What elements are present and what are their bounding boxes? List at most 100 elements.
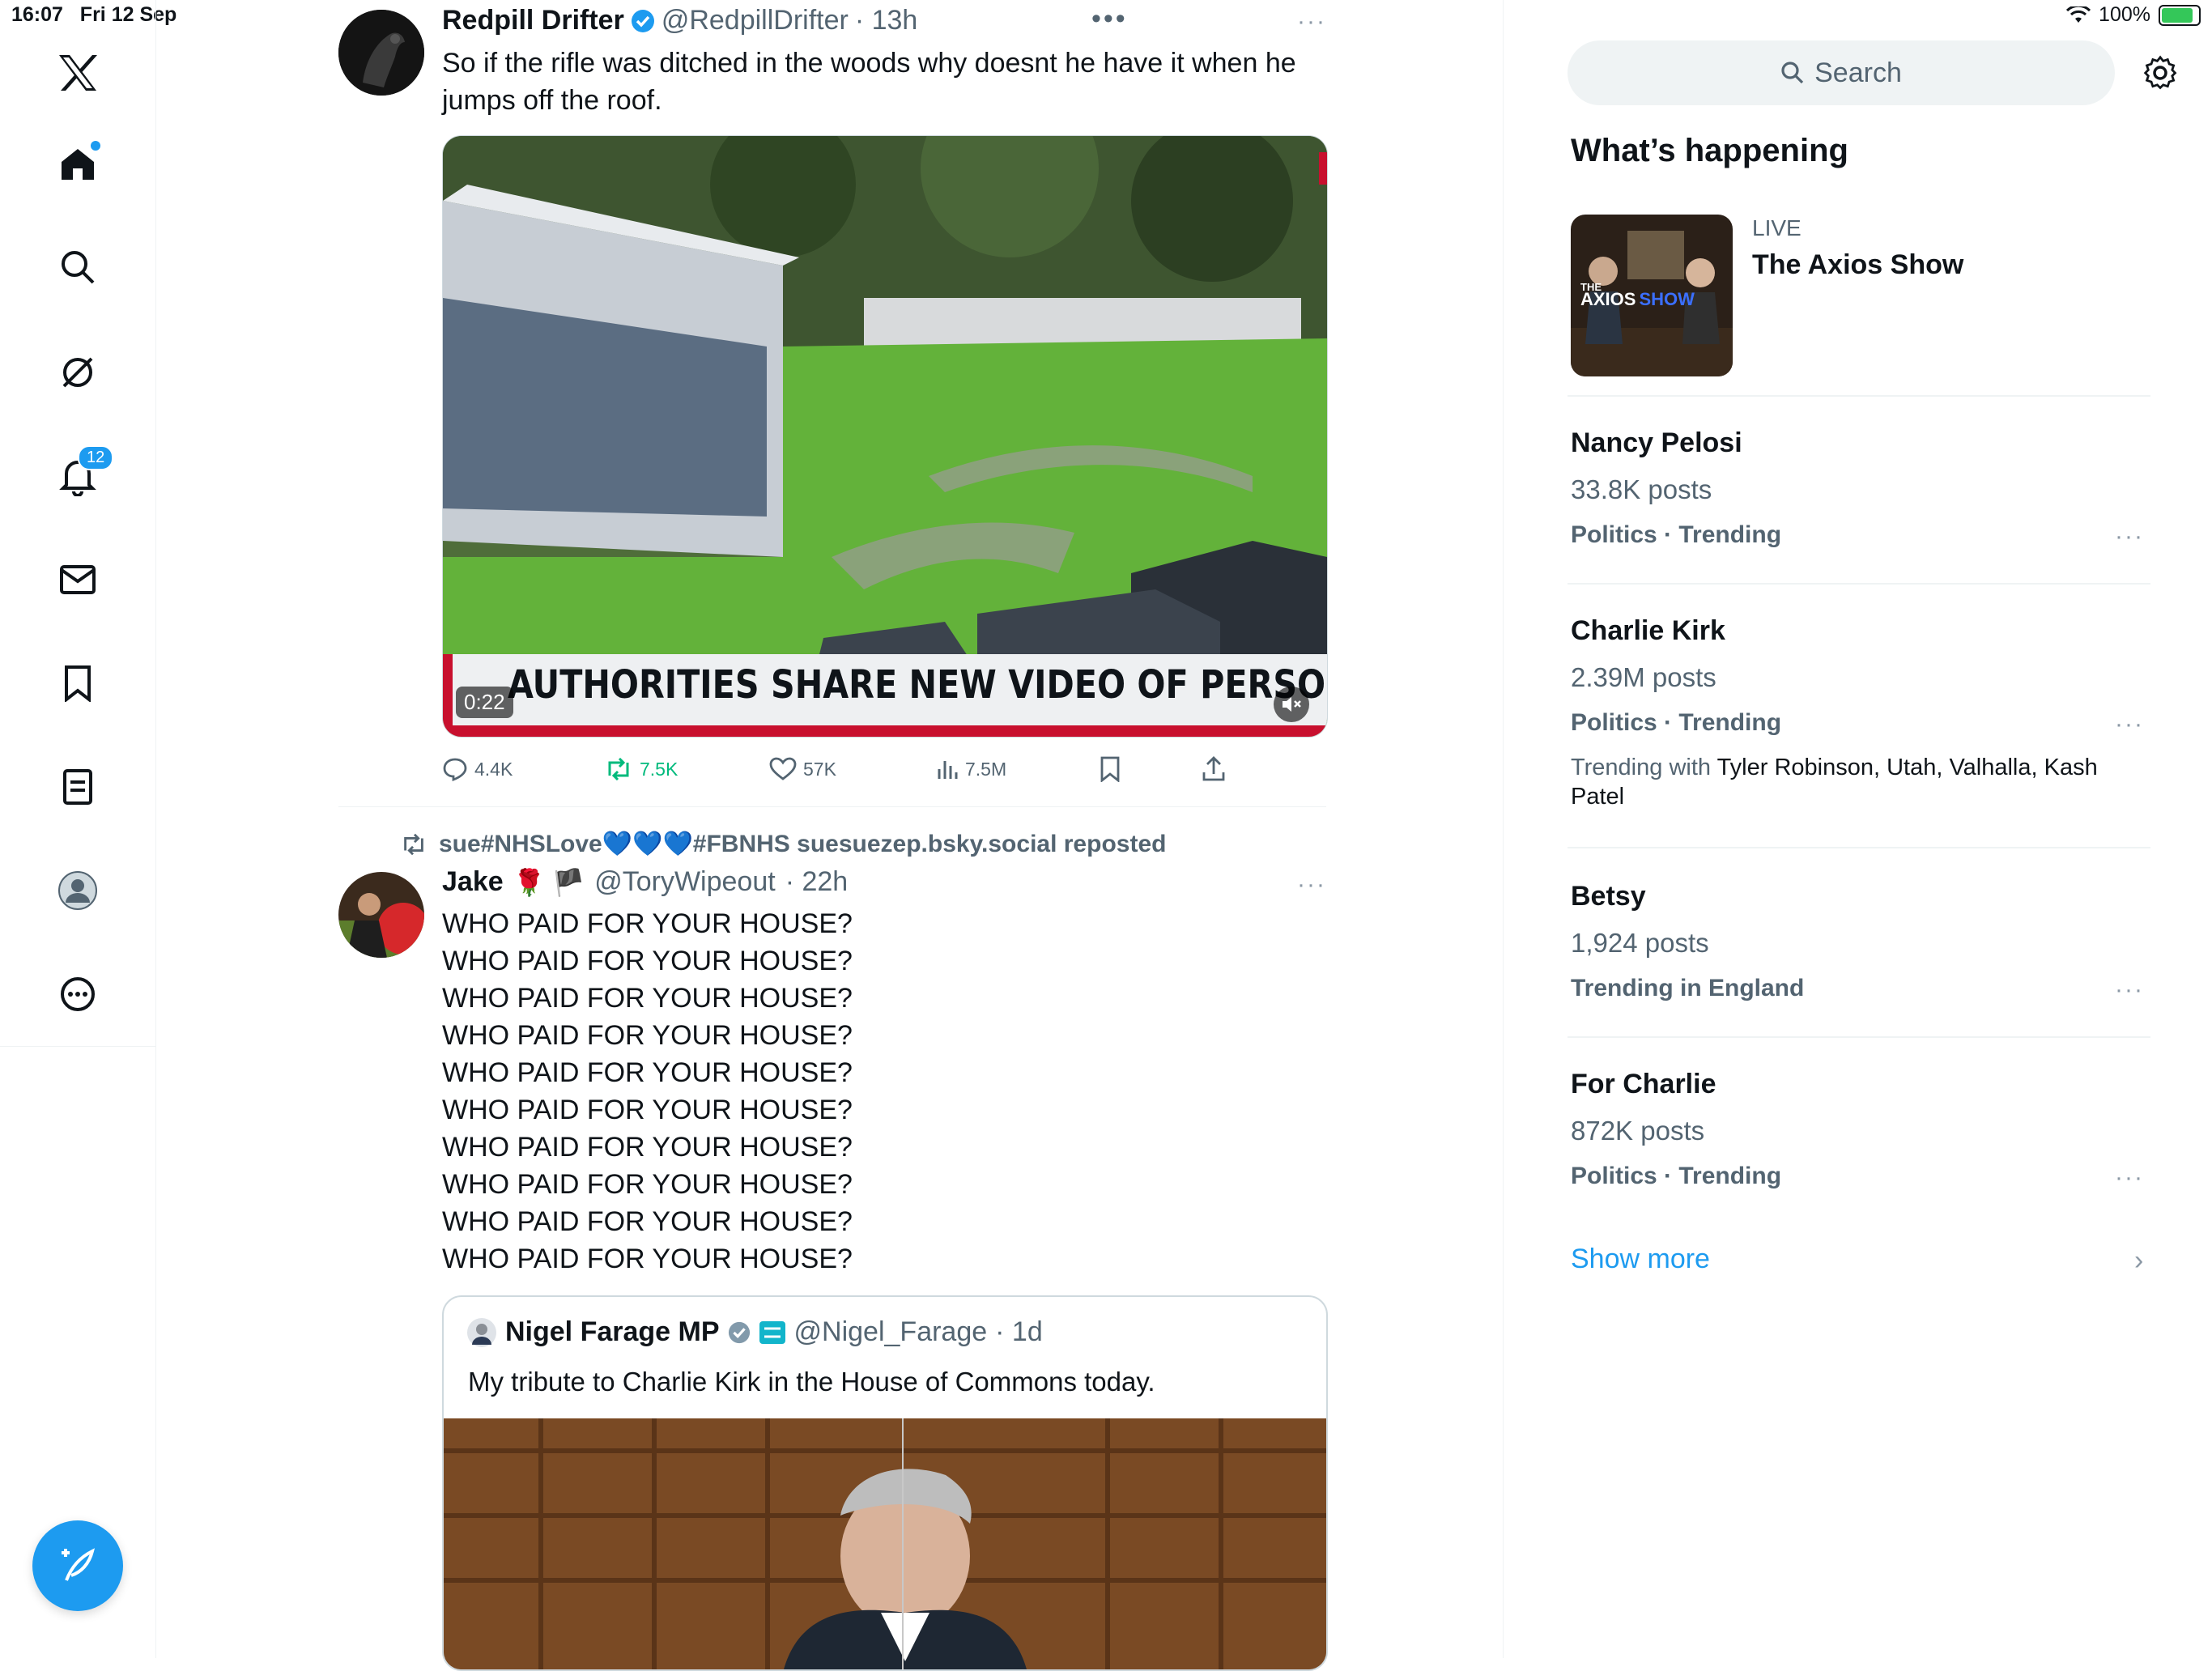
battery-percent: 100% (2099, 3, 2150, 26)
live-thumb-logo-main: AXIOS (1580, 289, 1636, 309)
tweet-more-options-icon[interactable]: ··· (1297, 8, 1326, 36)
bookmark-button[interactable] (1100, 756, 1121, 782)
trend-category: Politics · Trending (1571, 1163, 1782, 1189)
reply-count: 4.4K (474, 758, 513, 780)
notifications-bell-icon[interactable]: 12 (49, 445, 114, 505)
trend-more-options-icon[interactable]: ··· (2115, 976, 2144, 1004)
trending-with-items[interactable]: Tyler Robinson, Utah, Valhalla, Kash (1717, 755, 2098, 780)
reply-button[interactable]: 4.4K (442, 757, 513, 781)
quoted-author-name[interactable]: Nigel Farage MP (505, 1316, 720, 1348)
like-button[interactable]: 57K (769, 757, 836, 781)
tweet-author-avatar[interactable] (338, 872, 424, 958)
tweet-text-line: WHO PAID FOR YOUR HOUSE? (442, 1020, 853, 1051)
trending-with: Trending with Tyler Robinson, Utah, Valh… (1571, 753, 2138, 811)
nav-separator (0, 1046, 155, 1047)
grok-icon[interactable] (49, 343, 107, 402)
live-thumb-logo-accent: SHOW (1639, 289, 1695, 309)
quoted-tweet-card[interactable]: Nigel Farage MP @Nigel_Farage · 1d My tr… (442, 1295, 1328, 1671)
quoted-author-avatar[interactable] (466, 1317, 497, 1348)
trend-category: Politics · Trending (1571, 521, 1782, 548)
video-caption-text: AUTHORITIES SHARE NEW VIDEO OF PERSON OF… (508, 662, 1327, 708)
tweet-text-line: WHO PAID FOR YOUR HOUSE? (442, 946, 853, 976)
verified-badge-icon (631, 9, 654, 32)
settings-gear-icon[interactable] (2142, 55, 2178, 91)
compose-post-button[interactable] (32, 1520, 123, 1611)
views-count: 7.5M (965, 758, 1007, 780)
trend-title[interactable]: Charlie Kirk (1571, 615, 1725, 647)
tweet-author-handle[interactable]: @RedpillDrifter (661, 5, 849, 36)
live-label: LIVE (1752, 215, 1802, 240)
explore-search-icon[interactable] (49, 238, 107, 296)
home-icon[interactable] (49, 134, 107, 193)
trend-category: Trending in England (1571, 975, 1805, 1001)
tweet-author-handle[interactable]: @ToryWipeout (594, 866, 775, 898)
tweet-time[interactable]: · 13h (855, 5, 918, 36)
notifications-badge: 12 (78, 445, 114, 470)
share-icon (1202, 756, 1225, 781)
like-count: 57K (803, 758, 836, 780)
video-duration: 0:22 (456, 687, 513, 718)
trend-post-count: 1,924 posts (1571, 928, 1709, 958)
video-frame (443, 136, 1327, 737)
tweet-text: So if the rifle was ditched in the woods… (442, 48, 1296, 116)
quoted-tweet-text: My tribute to Charlie Kirk in the House … (468, 1367, 1155, 1397)
messages-envelope-icon[interactable] (49, 551, 107, 609)
more-options-circle-icon[interactable] (49, 965, 107, 1023)
x-logo-icon[interactable] (49, 44, 107, 102)
mute-icon[interactable] (1274, 687, 1309, 722)
trend-title[interactable]: For Charlie (1571, 1069, 1716, 1100)
live-thumbnail[interactable]: THE AXIOS SHOW (1571, 215, 1733, 376)
repost-icon (608, 758, 629, 780)
repost-count: 7.5K (640, 758, 678, 780)
tweet-time[interactable]: · 22h (785, 866, 849, 898)
affiliate-badge-icon (759, 1320, 785, 1344)
tweet-action-bar: 4.4K 7.5K 57K 7.5M (442, 753, 1333, 785)
repost-button[interactable]: 7.5K (604, 758, 678, 780)
tweet-more-options-icon[interactable]: ··· (1297, 871, 1326, 899)
trend-category: Politics · Trending (1571, 709, 1782, 736)
status-indicators: 100% (2066, 3, 2201, 27)
chevron-right-icon[interactable]: › (2134, 1245, 2143, 1277)
trend-title[interactable]: Betsy (1571, 881, 1646, 912)
tweet-text-line: WHO PAID FOR YOUR HOUSE? (442, 1206, 853, 1237)
tweet-text-line: WHO PAID FOR YOUR HOUSE? (442, 908, 853, 939)
tweet-divider (338, 806, 1326, 807)
lists-icon[interactable] (49, 758, 107, 816)
views-button[interactable]: 7.5M (936, 758, 1006, 780)
search-input[interactable]: Search (1568, 40, 2115, 105)
repost-context-text[interactable]: sue#NHSLove💙💙💙#FBNHS suesuezep.bsky.soci… (439, 830, 1166, 858)
tweet-header: Jake 🌹 🏴 @ToryWipeout · 22h (442, 866, 848, 898)
heart-icon (769, 757, 797, 780)
quoted-author-handle[interactable]: @Nigel_Farage (794, 1316, 988, 1348)
trend-title[interactable]: Nancy Pelosi (1571, 427, 1742, 459)
show-more-link[interactable]: Show more (1571, 1244, 1710, 1275)
search-icon (1781, 62, 1804, 84)
trend-post-count: 872K posts (1571, 1116, 1705, 1146)
quoted-tweet-media[interactable] (444, 1418, 1326, 1669)
tweet-video[interactable]: AUTHORITIES SHARE NEW VIDEO OF PERSON OF… (442, 135, 1328, 738)
tweet-author-avatar[interactable] (338, 10, 424, 96)
tweet-text-line: WHO PAID FOR YOUR HOUSE? (442, 1095, 853, 1125)
drag-handle-dots-icon[interactable]: ••• (1091, 3, 1128, 35)
tweet-text-line: WHO PAID FOR YOUR HOUSE? (442, 983, 853, 1014)
quoted-tweet-time[interactable]: · 1d (995, 1316, 1043, 1348)
tweet-author-name[interactable]: Redpill Drifter (442, 5, 624, 36)
timeline-right-border (1503, 0, 1504, 1658)
trend-separator (1568, 1036, 2150, 1038)
bookmarks-icon[interactable] (49, 654, 107, 712)
wifi-icon (2066, 6, 2091, 23)
trending-with-items-cont[interactable]: Patel (1571, 784, 1624, 810)
tweet-author-name[interactable]: Jake (442, 866, 504, 898)
trend-more-options-icon[interactable]: ··· (2115, 523, 2144, 551)
share-button[interactable] (1202, 756, 1226, 782)
profile-avatar-icon[interactable] (49, 861, 107, 920)
tweet-text: WHO PAID FOR YOUR HOUSE? WHO PAID FOR YO… (442, 905, 1325, 1278)
trending-with-label: Trending with (1571, 755, 1712, 780)
trend-more-options-icon[interactable]: ··· (2115, 711, 2144, 738)
trend-more-options-icon[interactable]: ··· (2115, 1164, 2144, 1192)
whats-happening-title: What’s happening (1571, 133, 1848, 168)
bookmark-icon (1100, 756, 1120, 782)
search-placeholder: Search (1814, 57, 1902, 88)
trend-post-count: 33.8K posts (1571, 474, 1712, 504)
live-title[interactable]: The Axios Show (1752, 249, 1963, 281)
